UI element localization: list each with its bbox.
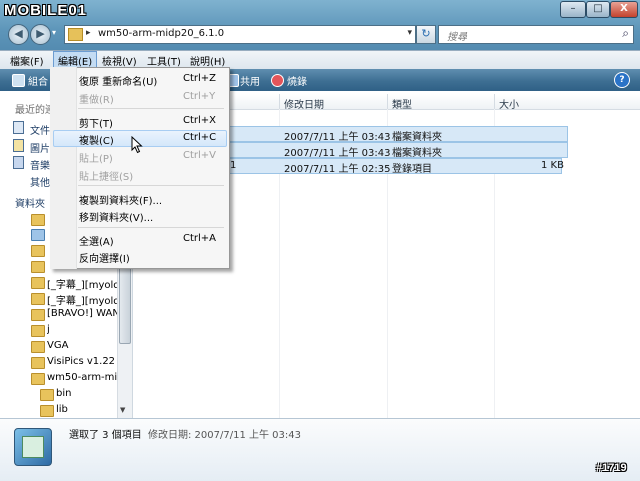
menu-item-invert-selection[interactable]: 反向選擇(I): [79, 250, 130, 265]
link-music[interactable]: 音樂: [30, 157, 50, 172]
folder-icon: [31, 245, 45, 257]
column-type[interactable]: 類型: [392, 96, 412, 111]
folder-icon: [68, 28, 83, 41]
row-date: 2007/7/11 上午 03:43: [284, 132, 391, 143]
folder-icon: [40, 389, 54, 401]
menu-item-copy-to-folder[interactable]: 複製到資料夾(F)...: [79, 192, 162, 207]
burn-button[interactable]: 燒錄: [287, 73, 307, 88]
menu-item-move-to-folder[interactable]: 移到資料夾(V)...: [79, 209, 153, 224]
row-type: 檔案資料夾: [392, 132, 442, 143]
forward-arrow-icon: ▶: [36, 27, 45, 40]
tree-item[interactable]: [_字幕_][myold: [47, 292, 117, 307]
image-number-badge: #1719: [596, 462, 627, 474]
shortcut-paste: Ctrl+V: [183, 150, 217, 161]
forward-button[interactable]: ▶: [30, 24, 51, 45]
folder-icon: [40, 405, 54, 417]
column-separator[interactable]: [494, 94, 495, 109]
folder-icon: [31, 325, 45, 337]
row-type: 檔案資料夾: [392, 148, 442, 159]
registry-file-icon: [22, 436, 44, 458]
folder-icon: [31, 341, 45, 353]
menu-icon-strip: [50, 67, 77, 269]
row-date: 2007/7/11 上午 02:35: [284, 164, 391, 175]
tree-item[interactable]: bin: [56, 388, 116, 399]
row-name-tail: 1: [230, 160, 237, 171]
folder-icon: [31, 357, 45, 369]
menu-item-paste-shortcut: 貼上捷徑(S): [79, 172, 134, 183]
tree-item[interactable]: j: [47, 324, 117, 335]
pictures-icon: [13, 139, 24, 152]
address-bar[interactable]: ▸ wm50-arm-midp20_6.1.0 ▾: [64, 25, 416, 44]
mouse-cursor-icon: [131, 136, 143, 154]
folder-icon: [31, 293, 45, 305]
close-button[interactable]: X: [610, 1, 638, 18]
column-separator[interactable]: [279, 94, 280, 109]
menu-separator: [78, 185, 224, 186]
folder-icon: [31, 309, 45, 321]
menu-separator: [78, 227, 224, 228]
menu-item-cut[interactable]: 剪下(T): [79, 115, 113, 130]
menu-file[interactable]: 檔案(F): [6, 52, 48, 69]
scroll-down-icon[interactable]: ▼: [120, 406, 125, 414]
tree-item[interactable]: [_字幕_][myold: [47, 276, 117, 291]
selection-count: 選取了 3 個項目: [69, 430, 142, 441]
maximize-button[interactable]: □: [586, 1, 610, 18]
refresh-icon: ↻: [421, 27, 431, 40]
folders-header[interactable]: 資料夾: [15, 195, 45, 210]
minimize-button[interactable]: –: [560, 1, 586, 18]
back-arrow-icon: ◀: [14, 27, 23, 40]
shortcut-cut: Ctrl+X: [183, 115, 217, 126]
selection-date: 修改日期: 2007/7/11 上午 03:43: [148, 430, 301, 441]
tree-item[interactable]: lib: [56, 404, 116, 415]
folder-icon: [31, 277, 45, 289]
organize-button[interactable]: 組合: [28, 73, 48, 88]
breadcrumb-arrow-icon[interactable]: ▸: [86, 28, 91, 38]
refresh-button[interactable]: ↻: [416, 25, 436, 44]
folder-icon: [31, 261, 45, 273]
menu-item-redo: 重做(R): [79, 95, 114, 106]
column-size[interactable]: 大小: [499, 96, 519, 111]
shortcut-select-all: Ctrl+A: [183, 233, 217, 244]
folder-icon: [31, 214, 45, 226]
shortcut-copy: Ctrl+C: [183, 132, 217, 143]
back-button[interactable]: ◀: [8, 24, 29, 45]
tree-item[interactable]: VGA: [47, 340, 117, 351]
tree-item-current[interactable]: wm50-arm-mid: [47, 372, 117, 383]
link-more[interactable]: 其他: [30, 174, 50, 189]
column-date[interactable]: 修改日期: [284, 96, 324, 111]
burn-icon: [271, 74, 284, 87]
tree-item[interactable]: VisiPics v1.22: [47, 356, 117, 367]
shortcut-undo: Ctrl+Z: [183, 73, 217, 84]
menu-item-undo[interactable]: 復原 重新命名(U): [79, 73, 157, 88]
share-button[interactable]: 共用: [240, 73, 260, 88]
recent-pages-dropdown[interactable]: ▾: [52, 28, 56, 37]
documents-icon: [13, 121, 24, 134]
shortcut-redo: Ctrl+Y: [183, 91, 216, 102]
menu-separator: [78, 108, 224, 109]
search-input[interactable]: 搜尋 ⌕: [438, 25, 634, 44]
tree-item[interactable]: [BRAVO!] WANT: [47, 308, 117, 319]
row-size: 1 KB: [541, 160, 564, 171]
organize-icon: [12, 74, 25, 87]
search-icon[interactable]: ⌕: [622, 26, 629, 41]
link-documents[interactable]: 文件: [30, 122, 50, 137]
recent-links-header: 最近的連: [15, 105, 55, 116]
search-placeholder: 搜尋: [447, 32, 467, 43]
folder-icon: [31, 373, 45, 385]
row-date: 2007/7/11 上午 03:43: [284, 148, 391, 159]
address-path[interactable]: wm50-arm-midp20_6.1.0: [98, 28, 224, 39]
network-folder-icon: [31, 229, 45, 241]
help-icon[interactable]: ?: [614, 72, 630, 88]
address-dropdown-icon[interactable]: ▾: [407, 28, 412, 38]
watermark-logo: MOBILE01: [4, 2, 88, 19]
link-pictures[interactable]: 圖片: [30, 140, 50, 155]
music-icon: [13, 156, 24, 169]
menu-item-copy[interactable]: 複製(C): [79, 132, 114, 147]
row-type: 登錄項目: [392, 164, 432, 175]
menu-item-paste: 貼上(P): [79, 154, 113, 165]
menu-item-select-all[interactable]: 全選(A): [79, 233, 114, 248]
column-separator[interactable]: [387, 94, 388, 109]
